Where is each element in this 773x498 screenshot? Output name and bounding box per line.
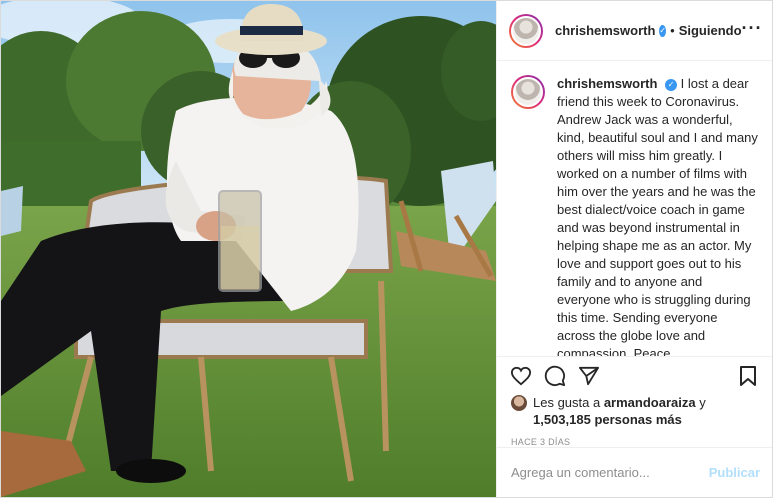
post-header: chrishemsworth ✓ • Siguiendo ···	[497, 1, 772, 61]
avatar-image	[513, 77, 543, 107]
comment-icon[interactable]	[543, 364, 567, 388]
separator-dot: •	[670, 23, 675, 38]
instagram-post: chrishemsworth ✓ • Siguiendo ··· chrishe…	[0, 0, 773, 498]
comments-section[interactable]: chrishemsworth ✓ I lost a dear friend th…	[497, 61, 772, 356]
verified-badge-icon: ✓	[665, 78, 678, 91]
caption: chrishemsworth ✓ I lost a dear friend th…	[511, 75, 758, 356]
author-avatar[interactable]	[509, 13, 543, 48]
post-image	[1, 1, 496, 497]
post-timestamp[interactable]: HACE 3 DÍAS	[497, 428, 772, 447]
heart-icon[interactable]	[509, 364, 533, 388]
bookmark-icon[interactable]	[736, 364, 760, 388]
caption-text-block: chrishemsworth ✓ I lost a dear friend th…	[557, 75, 758, 356]
likes-prefix: Les gusta a	[533, 395, 604, 410]
comment-input[interactable]: Agrega un comentario...	[511, 465, 650, 480]
post-photo[interactable]	[1, 1, 496, 497]
following-button[interactable]: Siguiendo	[679, 23, 742, 38]
more-options-icon[interactable]: ···	[742, 19, 763, 39]
caption-author-avatar[interactable]	[511, 75, 545, 109]
likes-middle: y	[695, 395, 706, 410]
author-username[interactable]: chrishemsworth	[555, 23, 655, 38]
action-bar	[497, 356, 772, 394]
post-side-panel: chrishemsworth ✓ • Siguiendo ··· chrishe…	[496, 1, 772, 497]
liker-username[interactable]: armandoaraiza	[604, 395, 696, 410]
avatar-image	[511, 15, 541, 46]
add-comment-bar: Agrega un comentario... Publicar	[497, 447, 772, 497]
likes-count[interactable]: 1,503,185 personas más	[533, 412, 682, 427]
verified-badge-icon: ✓	[659, 24, 667, 37]
publish-button[interactable]: Publicar	[709, 465, 760, 480]
caption-text: I lost a dear friend this week to Corona…	[557, 76, 758, 356]
likes-summary: Les gusta a armandoaraiza y 1,503,185 pe…	[497, 394, 772, 428]
caption-username[interactable]: chrishemsworth	[557, 76, 657, 91]
liker-avatar[interactable]	[511, 395, 527, 411]
share-icon[interactable]	[577, 364, 601, 388]
